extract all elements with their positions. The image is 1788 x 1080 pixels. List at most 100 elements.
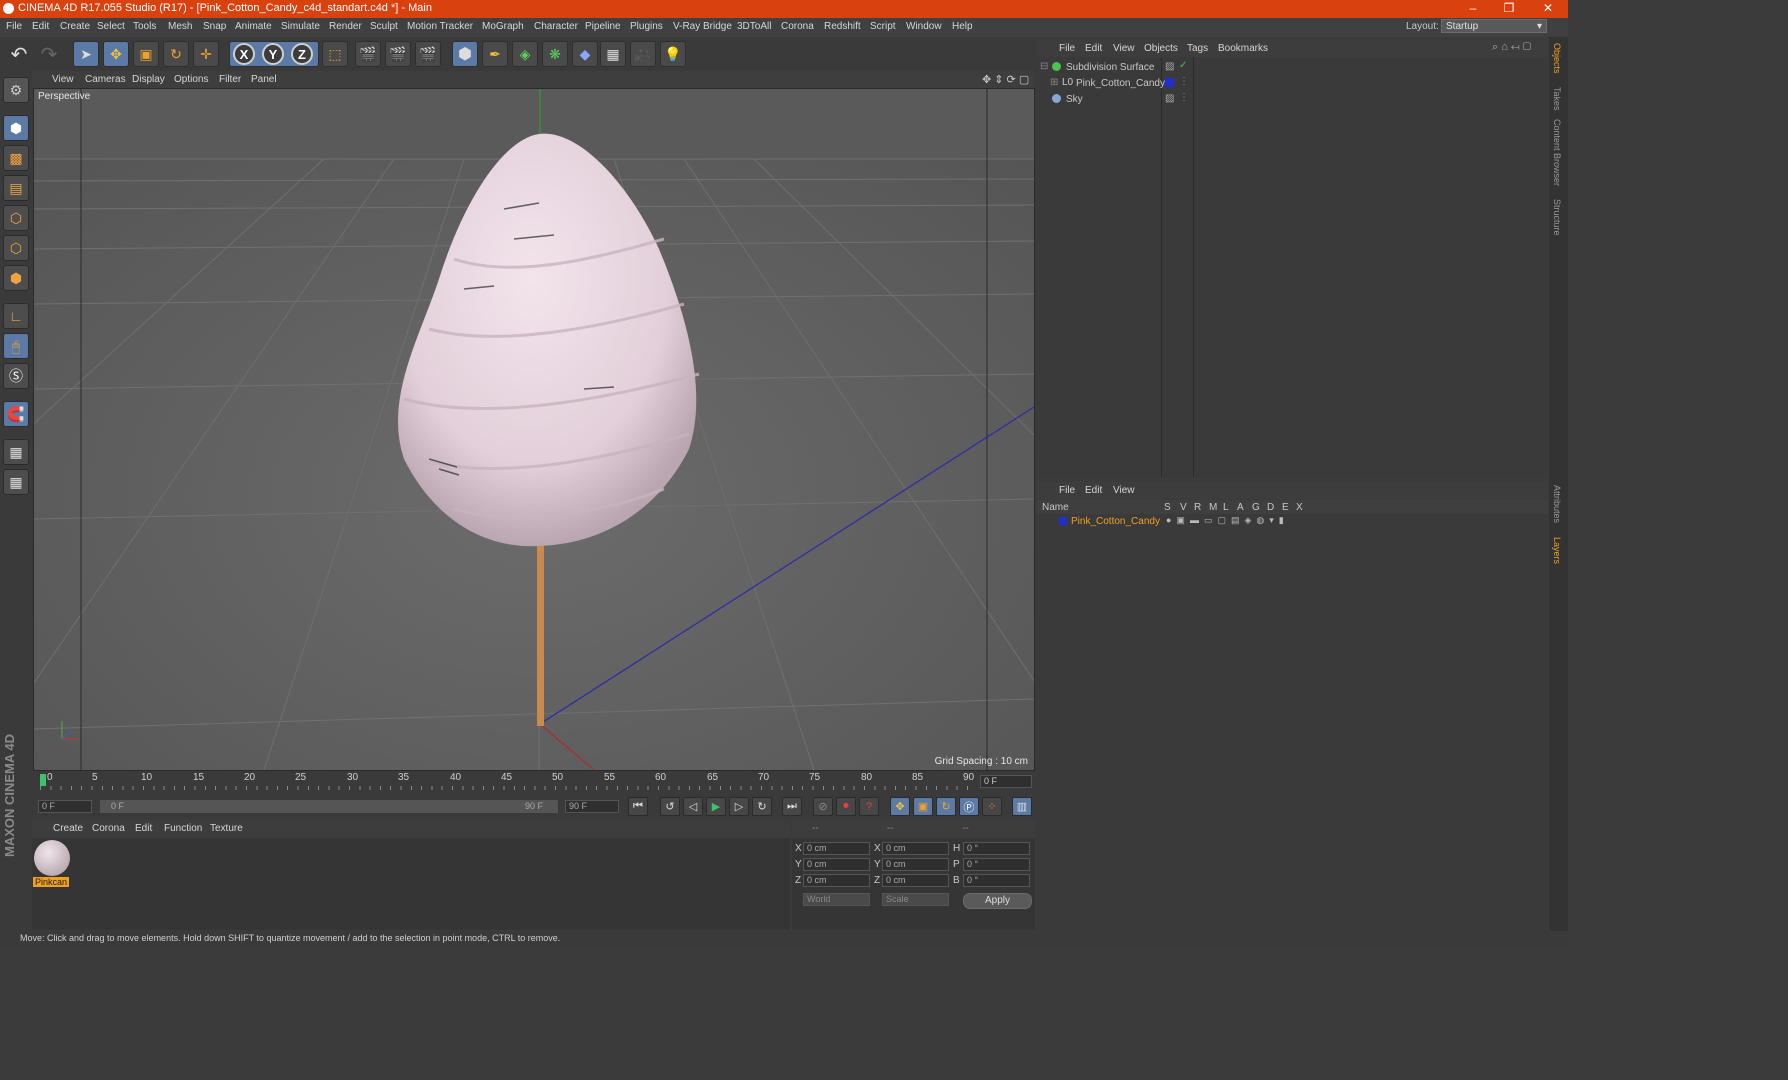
- material-menu-function[interactable]: Function: [164, 823, 202, 834]
- last-tool-button[interactable]: ✛: [193, 41, 219, 67]
- position-z-field[interactable]: 0 cm: [803, 874, 870, 887]
- light-button[interactable]: 💡: [660, 41, 686, 67]
- camera-button[interactable]: 🎥: [630, 41, 656, 67]
- close-button[interactable]: ✕: [1530, 0, 1566, 18]
- object-menu-bookmarks[interactable]: Bookmarks: [1218, 43, 1268, 54]
- visibility-dots-icon[interactable]: ⋮: [1179, 76, 1189, 87]
- material-menu-texture[interactable]: Texture: [210, 823, 243, 834]
- next-frame-button[interactable]: ▷: [729, 797, 749, 816]
- world-dropdown[interactable]: World: [803, 893, 870, 906]
- menu-window[interactable]: Window: [906, 21, 942, 32]
- object-menu-file[interactable]: File: [1059, 43, 1075, 54]
- layer-color-icon[interactable]: [1165, 78, 1174, 87]
- menu-select[interactable]: Select: [97, 21, 125, 32]
- key-scale-button[interactable]: ▣: [913, 797, 933, 816]
- end-frame-field[interactable]: 90 F: [565, 800, 619, 813]
- key-pla-button[interactable]: ⁘: [982, 797, 1002, 816]
- menu-create[interactable]: Create: [60, 21, 90, 32]
- layout-dropdown[interactable]: Startup ▾: [1441, 19, 1547, 33]
- menu-snap[interactable]: Snap: [203, 21, 226, 32]
- apply-button[interactable]: Apply: [963, 893, 1032, 909]
- menu-sculpt[interactable]: Sculpt: [370, 21, 398, 32]
- scale-tool-button[interactable]: ▣: [133, 41, 159, 67]
- current-frame-field[interactable]: 0 F: [980, 775, 1032, 788]
- record-button[interactable]: ⏺: [836, 797, 856, 816]
- scale-dropdown[interactable]: Scale: [882, 893, 949, 906]
- viewport-menu-options[interactable]: Options: [174, 74, 208, 85]
- material-menu-corona[interactable]: Corona: [92, 823, 125, 834]
- object-name[interactable]: Subdivision Surface: [1066, 62, 1154, 73]
- menu-mograph[interactable]: MoGraph: [482, 21, 524, 32]
- expand-icon[interactable]: ⊞: [1050, 77, 1058, 88]
- snap-button[interactable]: Ⓢ: [3, 363, 29, 389]
- x-axis-button[interactable]: X: [233, 43, 255, 65]
- layer-menu-view[interactable]: View: [1113, 485, 1135, 496]
- render-picture-viewer-button[interactable]: 🎬: [385, 41, 411, 67]
- material-name-label[interactable]: Pinkcan: [33, 877, 70, 887]
- viewport-menu-panel[interactable]: Panel: [251, 74, 277, 85]
- rotation-p-field[interactable]: 0 °: [963, 858, 1030, 871]
- object-menu-edit[interactable]: Edit: [1085, 43, 1102, 54]
- menu-file[interactable]: File: [6, 21, 22, 32]
- object-row[interactable]: ⊞ L0 Pink_Cotton_Candy ⋮: [1036, 76, 1548, 91]
- axis-mode-button[interactable]: ∟: [3, 303, 29, 329]
- move-tool-button[interactable]: ✥: [103, 41, 129, 67]
- y-axis-button[interactable]: Y: [262, 43, 284, 65]
- mograph-cloner-button[interactable]: ❋: [542, 41, 568, 67]
- menu-character[interactable]: Character: [534, 21, 578, 32]
- polygons-mode-button[interactable]: ⬢: [3, 265, 29, 291]
- deformer-button[interactable]: ◆: [572, 41, 598, 67]
- tab-attributes[interactable]: Attributes: [1552, 485, 1562, 523]
- restore-button[interactable]: ❐: [1491, 0, 1527, 18]
- menu-plugins[interactable]: Plugins: [630, 21, 663, 32]
- viewport-menu-filter[interactable]: Filter: [219, 74, 241, 85]
- menu-edit[interactable]: Edit: [32, 21, 49, 32]
- autokey-button[interactable]: ?: [859, 797, 879, 816]
- cube-object-button[interactable]: ⬢: [452, 41, 478, 67]
- material-menu-create[interactable]: Create: [53, 823, 83, 834]
- subdivision-surface-button[interactable]: ◈: [512, 41, 538, 67]
- collapse-icon[interactable]: ⊟: [1040, 61, 1048, 72]
- spline-pen-button[interactable]: ✒: [482, 41, 508, 67]
- enabled-check-icon[interactable]: ✓: [1179, 60, 1187, 71]
- position-x-field[interactable]: 0 cm: [803, 842, 870, 855]
- layer-tag-icon[interactable]: ▨: [1165, 93, 1174, 104]
- menu-tools[interactable]: Tools: [133, 21, 156, 32]
- layer-name[interactable]: Pink_Cotton_Candy: [1071, 516, 1160, 527]
- timeline-window-button[interactable]: ▥: [1012, 797, 1032, 816]
- menu-script[interactable]: Script: [870, 21, 896, 32]
- rotation-h-field[interactable]: 0 °: [963, 842, 1030, 855]
- key-position-button[interactable]: ✥: [890, 797, 910, 816]
- material-preview-swatch[interactable]: [34, 840, 70, 876]
- object-name[interactable]: Pink_Cotton_Candy: [1076, 78, 1165, 89]
- range-slider[interactable]: 0 F 90 F: [100, 800, 558, 813]
- menu-redshift[interactable]: Redshift: [824, 21, 861, 32]
- minimize-button[interactable]: –: [1455, 0, 1491, 18]
- timeline-ruler[interactable]: 0 5 10 15 20 25 30 35 40 45 50 55 60 65 …: [32, 771, 1035, 793]
- rotation-b-field[interactable]: 0 °: [963, 874, 1030, 887]
- redo-button[interactable]: ↷: [36, 41, 62, 67]
- menu-mesh[interactable]: Mesh: [168, 21, 192, 32]
- coordinate-system-button[interactable]: ⬚: [322, 41, 348, 67]
- menu-3dtoall[interactable]: 3DToAll: [737, 21, 771, 32]
- tab-content-browser[interactable]: Content Browser: [1552, 119, 1562, 186]
- visibility-dots-icon[interactable]: ⋮: [1179, 92, 1189, 103]
- menu-render[interactable]: Render: [329, 21, 362, 32]
- layer-tag-icon[interactable]: ▨: [1165, 61, 1174, 72]
- tab-objects[interactable]: Objects: [1552, 43, 1562, 74]
- z-axis-button[interactable]: Z: [291, 43, 313, 65]
- object-manager-nav-icons[interactable]: ⌕ ⌂ ↤ ▢: [1492, 41, 1531, 54]
- object-name[interactable]: Sky: [1066, 94, 1083, 105]
- prev-key-button[interactable]: ↺: [660, 797, 680, 816]
- undo-button[interactable]: ↶: [6, 41, 32, 67]
- layer-toggle-icons[interactable]: ●▣▬▭▢▤◈◍▾▮: [1166, 515, 1289, 526]
- material-menu-edit[interactable]: Edit: [135, 823, 152, 834]
- lock-workplane-button[interactable]: ▦: [3, 439, 29, 465]
- size-z-field[interactable]: 0 cm: [882, 874, 949, 887]
- play-button[interactable]: ▶: [706, 797, 726, 816]
- magnet-button[interactable]: 🧲: [3, 401, 29, 427]
- viewport-menu-display[interactable]: Display: [132, 74, 165, 85]
- tab-structure[interactable]: Structure: [1552, 199, 1562, 236]
- object-row[interactable]: Sky ▨ ⋮: [1036, 92, 1548, 107]
- tab-takes[interactable]: Takes: [1552, 87, 1562, 111]
